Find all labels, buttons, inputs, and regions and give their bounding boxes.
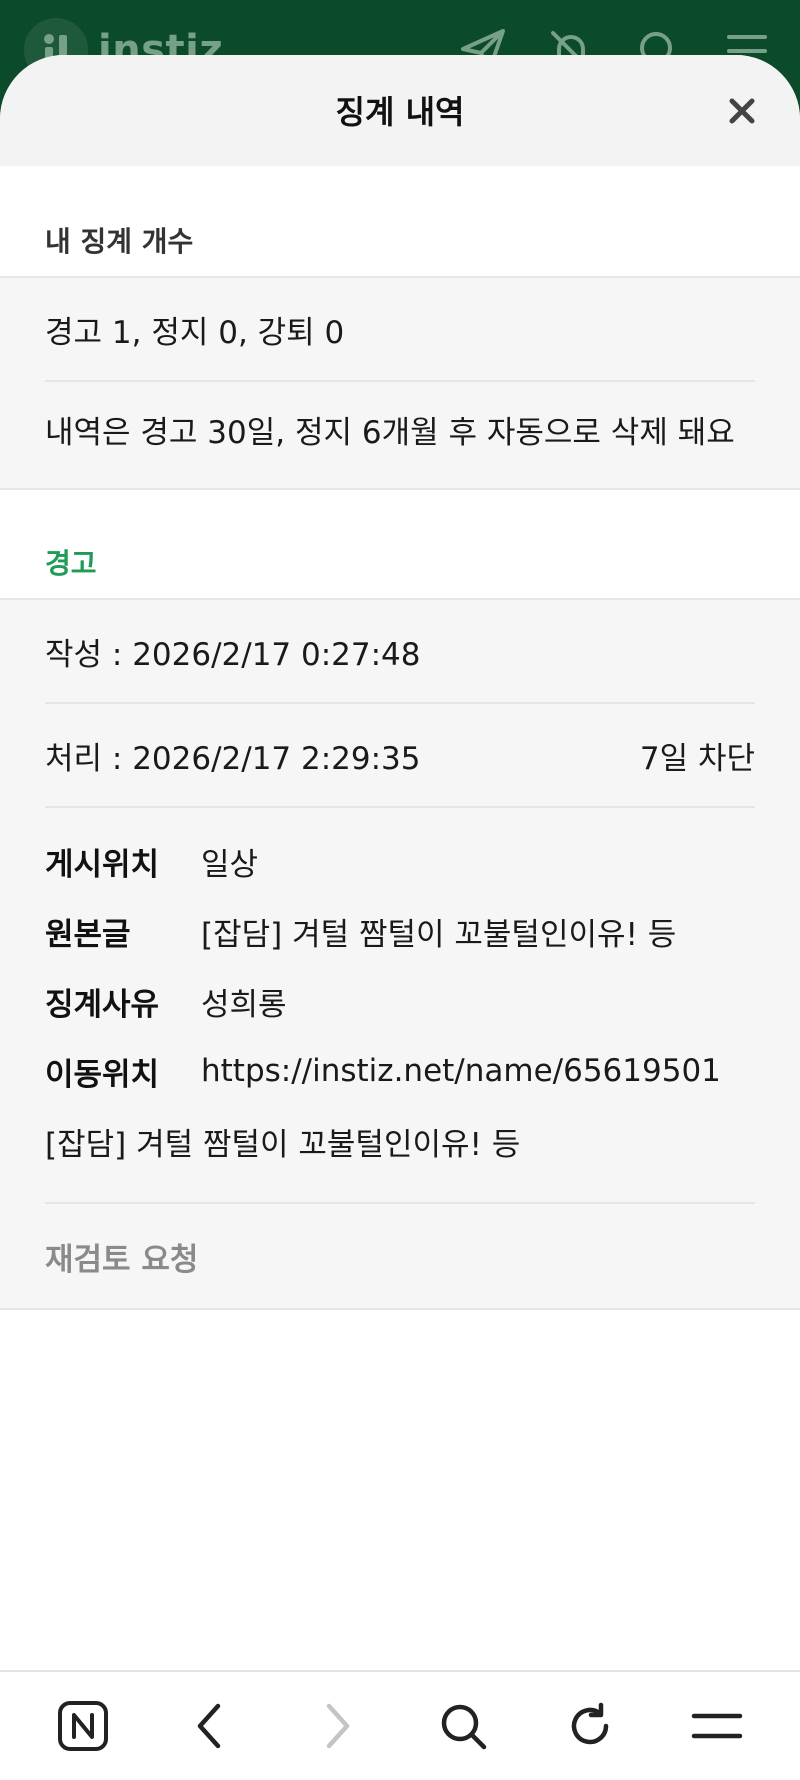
modal-title: 징계 내역 [335,92,465,131]
modal-header: 징계 내역 [0,55,800,166]
back-button[interactable] [175,1691,245,1761]
forward-button[interactable] [302,1691,372,1761]
processed-time: 처리 : 2026/2/17 2:29:35 [45,740,421,777]
detail-row-moved-location: 이동위치 https://instiz.net/name/65619501 [45,1036,755,1106]
search-icon [442,1704,487,1750]
detail-label: 징계사유 [45,986,160,1023]
browser-bottom-bar [0,1670,800,1780]
forward-icon [326,1703,349,1749]
moved-location-link[interactable]: https://instiz.net/name/65619501 [201,1053,721,1089]
search-button[interactable] [428,1691,498,1761]
warning-heading: 경고 [45,547,97,580]
processed-row: 처리 : 2026/2/17 2:29:35 7일 차단 [45,704,755,808]
menu-button[interactable] [682,1691,752,1761]
warning-panel: 작성 : 2026/2/17 0:27:48 처리 : 2026/2/17 2:… [0,598,800,1310]
n-home-button[interactable] [48,1691,118,1761]
discipline-history-modal: 징계 내역 내 징계 개수 경고 1, 정지 0, 강퇴 0 내역은 경고 30… [0,55,800,1670]
close-button[interactable] [722,91,762,131]
back-icon [197,1703,221,1749]
detail-value: 일상 [201,846,259,883]
refresh-button[interactable] [555,1691,625,1761]
detail-value[interactable]: [잡담] 겨털 짬털이 꼬불털인이유! 등 [201,909,676,954]
review-request-button[interactable]: 재검토 요청 [45,1204,755,1308]
detail-value: 성희롱 [201,986,287,1023]
detail-row-original-post: 원본글 [잡담] 겨털 짬털이 꼬불털인이유! 등 [45,896,755,966]
close-icon [729,98,755,124]
warning-details: 게시위치 일상 원본글 [잡담] 겨털 짬털이 꼬불털인이유! 등 징계사유 성… [45,808,755,1204]
detail-row-location: 게시위치 일상 [45,826,755,896]
detail-label: 원본글 [45,916,131,953]
menu-icon [691,1713,742,1739]
refresh-icon [571,1702,609,1745]
summary-heading: 내 징계 개수 [45,225,194,258]
n-home-icon [58,1701,109,1751]
detail-label: 게시위치 [45,846,160,883]
block-duration: 7일 차단 [639,740,755,777]
moved-post-title: [잡담] 겨털 짬털이 꼬불털인이유! 등 [45,1126,521,1163]
discipline-counts: 경고 1, 정지 0, 강퇴 0 [45,278,755,382]
detail-row-reason: 징계사유 성희롱 [45,966,755,1036]
auto-delete-note: 내역은 경고 30일, 정지 6개월 후 자동으로 삭제 돼요 [45,415,735,451]
created-time: 작성 : 2026/2/17 0:27:48 [45,600,755,704]
summary-panel: 경고 1, 정지 0, 강퇴 0 내역은 경고 30일, 정지 6개월 후 자동… [0,276,800,490]
detail-label: 이동위치 [45,1056,160,1093]
